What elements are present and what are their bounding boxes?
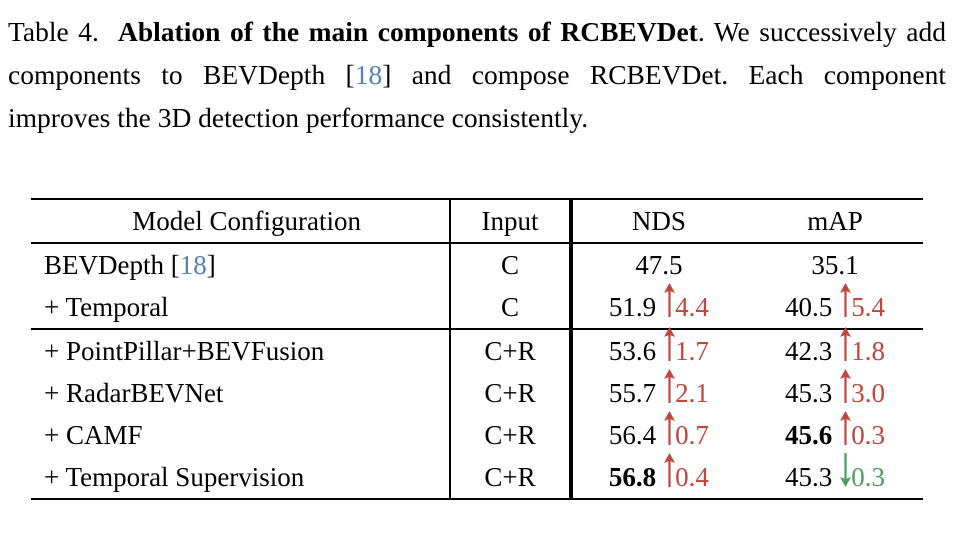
map-value: 42.3: [784, 336, 833, 366]
table-row[interactable]: + Temporal Supervision C+R 56.8 0.4 45.3 0.3: [31, 453, 923, 500]
model-name: + Temporal Supervision: [44, 462, 305, 492]
caption-title-period: .: [697, 16, 705, 47]
table-caption: Table 4. Ablation of the main components…: [8, 10, 946, 139]
citation-bracket-close: ]: [206, 250, 216, 280]
column-header-input: Input: [449, 198, 570, 243]
map-delta-value: 5.4: [851, 292, 885, 322]
cell-map: 42.3 1.8: [746, 327, 923, 372]
cell-input: C: [449, 242, 570, 286]
table-row[interactable]: + CAMF C+R 56.4 0.7 45.6 0.3: [31, 411, 923, 456]
nds-delta-value: 2.1: [675, 378, 709, 408]
column-header-map: mAP: [746, 198, 923, 243]
nds-value: 47.5: [635, 250, 683, 280]
model-name: + CAMF: [44, 420, 143, 450]
cell-nds: 53.6 1.7: [568, 327, 747, 372]
cell-model-configuration: + PointPillar+BEVFusion: [31, 328, 451, 372]
nds-value: 55.7: [608, 378, 657, 408]
map-delta: 1.8: [839, 327, 885, 372]
caption-label: Table 4.: [8, 16, 99, 47]
map-delta: 3.0: [839, 369, 885, 414]
cell-map: 40.5 5.4: [747, 283, 923, 329]
nds-value: 53.6: [608, 336, 657, 366]
cell-input: C+R: [449, 456, 570, 500]
map-delta: 0.3: [839, 453, 885, 498]
cell-model-configuration: BEVDepth [18]: [31, 242, 451, 286]
table-row[interactable]: + PointPillar+BEVFusion C+R 53.6 1.7 42.3 1.8: [31, 327, 923, 372]
cell-input: C+R: [449, 414, 570, 456]
cell-model-configuration: + Temporal Supervision: [31, 456, 451, 500]
table-header-row: Model Configuration Input NDS mAP: [31, 198, 923, 243]
nds-delta: 4.4: [663, 283, 709, 328]
cell-nds: 51.9 4.4: [568, 283, 747, 329]
arrow-down-icon: [839, 453, 852, 487]
table-row[interactable]: + RadarBEVNet C+R 55.7 2.1 45.3 3.0: [31, 369, 923, 414]
map-delta: 0.3: [839, 411, 885, 456]
cell-map: 45.3 3.0: [747, 369, 923, 414]
ablation-results-table: Model Configuration Input NDS mAP BEVDep…: [31, 198, 923, 500]
cell-input: C: [449, 286, 570, 329]
cell-model-configuration: + Temporal: [31, 286, 450, 329]
arrow-up-icon: [663, 283, 676, 317]
map-value: 45.6: [784, 420, 833, 450]
model-name: + PointPillar+BEVFusion: [44, 336, 325, 366]
cell-nds: 55.7 2.1: [568, 369, 747, 414]
cell-nds: 56.4 0.7: [568, 411, 747, 456]
caption-citation-link[interactable]: 18: [355, 59, 383, 90]
table-row[interactable]: BEVDepth [18] C 47.5 35.1: [31, 242, 923, 286]
map-value: 45.3: [784, 378, 833, 408]
map-delta-value: 0.3: [851, 420, 885, 450]
nds-value: 51.9: [608, 292, 657, 322]
map-delta-value: 1.8: [851, 336, 885, 366]
column-header-model-configuration: Model Configuration: [31, 198, 451, 243]
column-header-nds: NDS: [568, 198, 747, 243]
map-value: 35.1: [811, 250, 859, 280]
cell-model-configuration: + CAMF: [31, 414, 450, 456]
model-name: BEVDepth: [44, 250, 171, 280]
citation-bracket-open: [: [170, 250, 180, 280]
nds-delta: 0.4: [663, 453, 709, 498]
citation-link[interactable]: 18: [180, 250, 207, 280]
caption-title: Ablation of the main components of RCBEV…: [118, 16, 698, 47]
arrow-up-icon: [663, 453, 676, 487]
cell-map: 45.6 0.3: [747, 411, 923, 456]
arrow-up-icon: [663, 327, 676, 361]
model-name: + Temporal: [44, 292, 169, 322]
nds-delta: 0.7: [663, 411, 709, 456]
nds-delta-value: 0.4: [675, 462, 709, 492]
map-delta-value: 3.0: [851, 378, 885, 408]
model-name: + RadarBEVNet: [44, 378, 224, 408]
arrow-up-icon: [839, 327, 852, 361]
map-value: 40.5: [784, 292, 833, 322]
arrow-up-icon: [663, 369, 676, 403]
arrow-up-icon: [839, 283, 852, 317]
nds-delta-value: 4.4: [675, 292, 709, 322]
nds-delta-value: 1.7: [675, 336, 709, 366]
cell-nds: 56.8 0.4: [568, 453, 747, 500]
table-header: Model Configuration Input NDS mAP: [31, 198, 923, 243]
cell-nds: 47.5: [568, 242, 747, 286]
map-delta: 5.4: [839, 283, 885, 328]
cell-map: 45.3 0.3: [746, 453, 923, 500]
cell-map: 35.1: [746, 242, 923, 286]
nds-delta-value: 0.7: [675, 420, 709, 450]
table-row[interactable]: + Temporal C 51.9 4.4 40.5 5.4: [31, 283, 923, 329]
cell-model-configuration: + RadarBEVNet: [31, 372, 450, 414]
nds-delta: 2.1: [663, 369, 709, 414]
nds-delta: 1.7: [663, 327, 709, 372]
nds-value: 56.4: [608, 420, 657, 450]
arrow-up-icon: [839, 411, 852, 445]
map-value: 45.3: [784, 462, 833, 492]
nds-value: 56.8: [608, 462, 657, 492]
table-body: BEVDepth [18] C 47.5 35.1 + Temporal C 51.9 4.4…: [31, 242, 923, 500]
arrow-up-icon: [839, 369, 852, 403]
cell-input: C+R: [449, 372, 570, 414]
arrow-up-icon: [663, 411, 676, 445]
map-delta-value: 0.3: [851, 462, 885, 492]
cell-input: C+R: [449, 328, 570, 372]
